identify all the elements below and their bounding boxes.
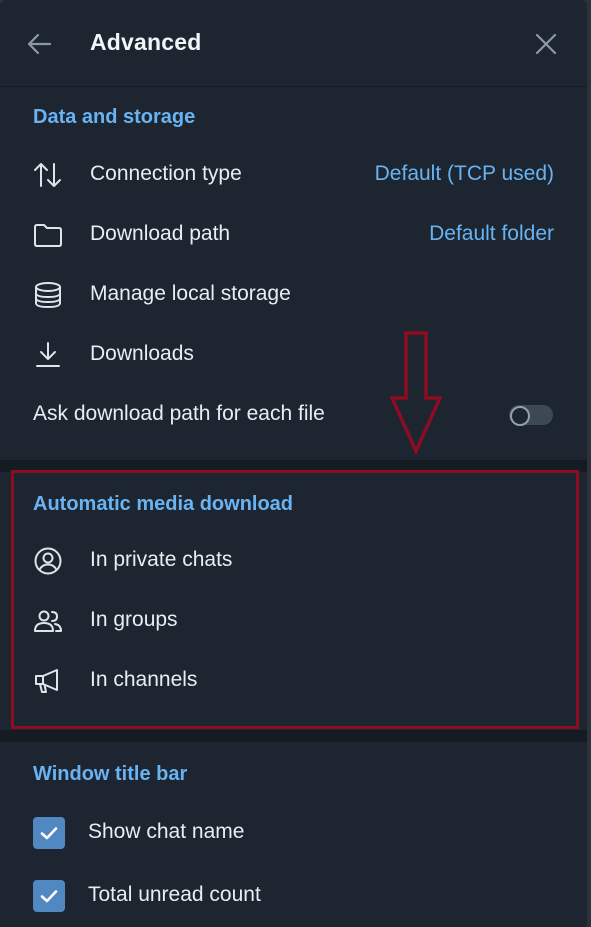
show-chat-name-label: Show chat name [88, 820, 245, 843]
downloads-label: Downloads [90, 342, 194, 365]
manage-local-storage-label: Manage local storage [90, 282, 291, 305]
arrows-up-down-icon [34, 163, 61, 187]
header: Advanced [0, 0, 587, 87]
advanced-settings-panel: Advanced Data and storage Connection typ… [0, 0, 587, 927]
checkmark-icon [40, 827, 58, 840]
ask-download-path-row[interactable]: Ask download path for each file [0, 385, 587, 445]
close-icon[interactable] [533, 31, 559, 57]
manage-local-storage-row[interactable]: Manage local storage [0, 265, 587, 325]
download-path-value[interactable]: Default folder [429, 222, 554, 246]
page-title: Advanced [90, 29, 202, 55]
section-title-data-storage: Data and storage [33, 106, 196, 128]
database-icon [35, 282, 61, 309]
ask-download-path-toggle[interactable] [509, 405, 553, 426]
window-edge [587, 0, 591, 927]
downloads-row[interactable]: Downloads [0, 325, 587, 385]
show-chat-name-checkbox[interactable] [33, 817, 65, 849]
annotation-highlight-box [11, 470, 579, 729]
download-path-label: Download path [90, 222, 231, 245]
show-chat-name-row[interactable]: Show chat name [0, 805, 587, 865]
toggle-knob [510, 406, 530, 426]
arrow-left-icon[interactable] [25, 30, 53, 58]
annotation-arrow-down-icon [389, 331, 443, 454]
download-icon [36, 342, 60, 367]
ask-download-path-label: Ask download path for each file [33, 402, 325, 425]
section-divider [0, 730, 587, 742]
connection-type-row[interactable]: Connection type Default (TCP used) [0, 145, 587, 205]
connection-type-value[interactable]: Default (TCP used) [375, 162, 554, 186]
total-unread-count-checkbox[interactable] [33, 880, 65, 912]
total-unread-count-row[interactable]: Total unread count [0, 868, 587, 927]
download-path-row[interactable]: Download path Default folder [0, 205, 587, 265]
section-title-window-title-bar: Window title bar [33, 763, 188, 785]
connection-type-label: Connection type [90, 162, 242, 185]
folder-icon [34, 224, 62, 247]
checkmark-icon [40, 890, 58, 903]
total-unread-count-label: Total unread count [88, 883, 261, 906]
